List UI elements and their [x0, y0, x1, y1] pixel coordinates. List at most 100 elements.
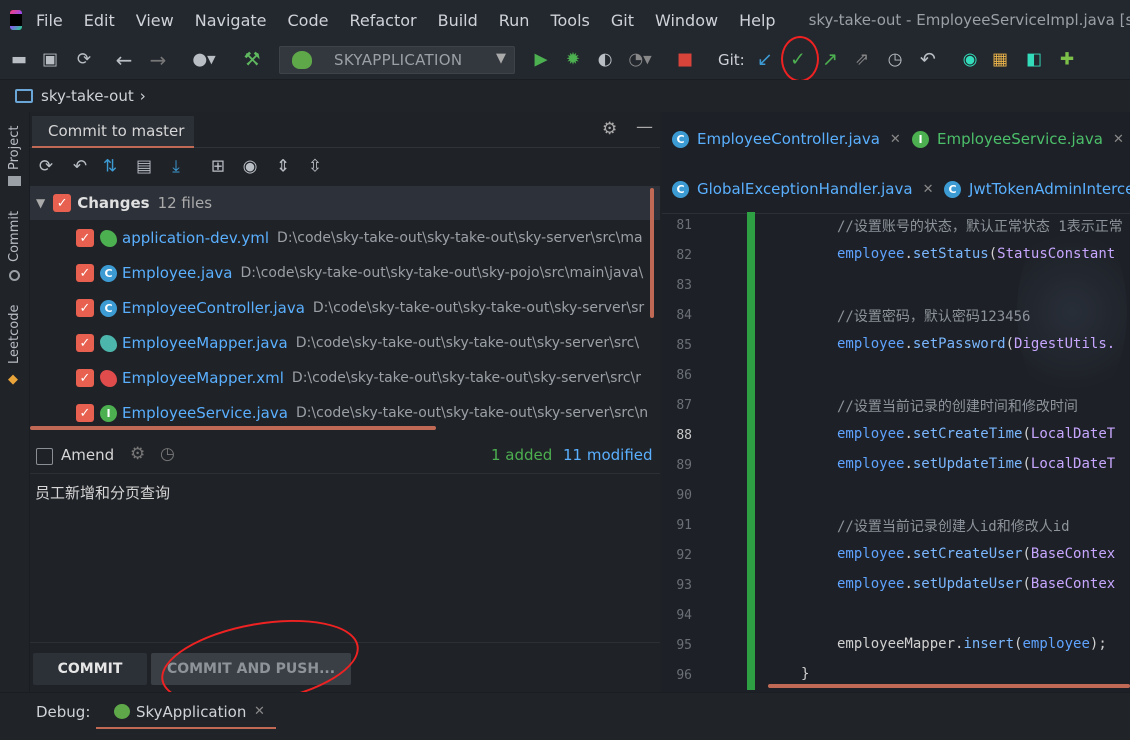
profiler-icon[interactable]: ◔▾: [628, 51, 651, 68]
rollback-icon[interactable]: ↶: [73, 158, 87, 176]
minimize-icon[interactable]: —: [636, 117, 653, 137]
file-checkbox[interactable]: ✓: [76, 334, 94, 352]
code-line-92[interactable]: employee.setCreateUser(BaseContex: [837, 546, 1115, 562]
run-icon[interactable]: ▶: [534, 51, 547, 68]
tab-jwttokenadmininterceptor[interactable]: C JwtTokenAdminInterce: [944, 164, 1130, 213]
file-row[interactable]: ✓ application-dev.yml D:\code\sky-take-out…: [30, 221, 660, 255]
rollback-icon[interactable]: ↶: [920, 50, 936, 69]
code-line-88[interactable]: employee.setCreateTime(LocalDateT: [837, 426, 1115, 442]
chevron-down-icon[interactable]: ▼: [36, 196, 45, 210]
menu-view[interactable]: View: [136, 11, 174, 30]
code-line-85[interactable]: employee.setPassword(DigestUtils.: [837, 336, 1115, 352]
tab-skyapplication[interactable]: SkyApplication ✕: [96, 697, 276, 729]
puzzle-plugin-icon[interactable]: ✚: [1060, 51, 1074, 68]
menu-code[interactable]: Code: [288, 11, 329, 30]
tab-globalexceptionhandler[interactable]: C GlobalExceptionHandler.java ✕: [672, 164, 934, 213]
file-row[interactable]: ✓ C Employee.java D:\code\sky-take-out\sky-…: [30, 256, 660, 290]
code-line-93[interactable]: employee.setUpdateUser(BaseContex: [837, 576, 1115, 592]
breadcrumb[interactable]: sky-take-out: [41, 87, 134, 105]
gear-icon[interactable]: ⚙: [602, 119, 617, 139]
download-icon[interactable]: ⤓: [172, 158, 180, 176]
code-line-89[interactable]: employee.setUpdateTime(LocalDateT: [837, 456, 1115, 472]
file-checkbox[interactable]: ✓: [76, 369, 94, 387]
save-icon[interactable]: ▣: [42, 51, 58, 68]
tab-employeeservice[interactable]: I EmployeeService.java ✕: [912, 114, 1124, 164]
shelve-icon[interactable]: ⇅: [103, 158, 117, 176]
menu-edit[interactable]: Edit: [84, 11, 115, 30]
file-checkbox[interactable]: ✓: [76, 404, 94, 422]
menu-git[interactable]: Git: [611, 11, 634, 30]
file-checkbox[interactable]: ✓: [76, 229, 94, 247]
menu-file[interactable]: File: [36, 11, 63, 30]
file-checkbox[interactable]: ✓: [76, 299, 94, 317]
code-line-91[interactable]: //设置当前记录创建人id和修改人id: [837, 516, 1070, 536]
sync-icon[interactable]: ⟳: [77, 51, 91, 68]
history-icon[interactable]: ◷: [888, 51, 903, 68]
code-token: employee: [1022, 636, 1090, 652]
close-icon[interactable]: ✕: [890, 132, 901, 147]
git-push-icon[interactable]: ↗: [822, 50, 838, 69]
file-row[interactable]: ✓ EmployeeMapper.java D:\code\sky-take-out…: [30, 326, 660, 360]
class-icon: C: [672, 130, 689, 148]
menu-help[interactable]: Help: [739, 11, 775, 30]
file-path: D:\code\sky-take-out\sky-take-out\sky-se…: [277, 230, 643, 246]
diff-icon[interactable]: ▤: [136, 158, 152, 176]
refresh-icon[interactable]: ⟳: [39, 158, 53, 176]
horizontal-scrollbar[interactable]: [768, 684, 1130, 688]
changes-checkbox[interactable]: ✓: [53, 194, 72, 212]
coverage-icon[interactable]: ◐: [598, 51, 613, 68]
code-line-82[interactable]: employee.setStatus(StatusConstant: [837, 246, 1115, 262]
tab-project[interactable]: Project: [7, 126, 22, 170]
changes-group-row[interactable]: ▼ ✓ Changes 12 files: [30, 186, 660, 220]
file-row[interactable]: ✓ EmployeeMapper.xml D:\code\sky-take-out\…: [30, 361, 660, 395]
jetbrains-tool-icon[interactable]: ◧: [1026, 51, 1042, 68]
git-update-icon[interactable]: ↙: [757, 50, 773, 69]
commit-button[interactable]: COMMIT: [33, 653, 147, 685]
tab-employeecontroller[interactable]: C EmployeeController.java ✕: [672, 114, 901, 164]
layout-icon[interactable]: ▦: [992, 51, 1008, 68]
tab-commit-to-master[interactable]: Commit to master: [32, 116, 194, 148]
code-line-95[interactable]: employeeMapper.insert(employee);: [837, 636, 1107, 652]
close-icon[interactable]: ✕: [923, 182, 934, 197]
menu-window[interactable]: Window: [655, 11, 718, 30]
menu-refactor[interactable]: Refactor: [349, 11, 416, 30]
amend-checkbox[interactable]: [36, 448, 53, 465]
menu-tools[interactable]: Tools: [550, 11, 589, 30]
code-line-96[interactable]: }: [801, 666, 809, 682]
stop-icon[interactable]: ■: [677, 51, 693, 68]
menu-build[interactable]: Build: [438, 11, 478, 30]
file-row[interactable]: ✓ C EmployeeController.java D:\code\sky-tak…: [30, 291, 660, 325]
history-icon[interactable]: ◷: [160, 444, 175, 464]
code-line-81[interactable]: //设置账号的状态，默认正常状态 1表示正常: [837, 216, 1123, 236]
forward-icon[interactable]: →: [150, 50, 167, 70]
file-checkbox[interactable]: ✓: [76, 264, 94, 282]
user-profile-icon[interactable]: ●▾: [192, 51, 215, 68]
close-icon[interactable]: ✕: [1113, 132, 1124, 147]
file-row[interactable]: ✓ I EmployeeService.java D:\code\sky-take-o…: [30, 396, 660, 430]
eye-icon[interactable]: ◉: [243, 158, 258, 176]
back-icon[interactable]: ←: [116, 50, 133, 70]
commit-message-input[interactable]: 员工新增和分页查询: [35, 482, 170, 503]
gear-icon[interactable]: ⚙: [130, 444, 145, 464]
run-config-selector[interactable]: SKYAPPLICATION ▼: [279, 46, 515, 74]
vcs-change-marker: [747, 212, 755, 690]
vertical-scrollbar[interactable]: [650, 188, 654, 318]
debug-bug-icon[interactable]: ✹: [566, 51, 580, 68]
git-compare-icon[interactable]: ⇗: [855, 51, 869, 68]
close-icon[interactable]: ✕: [254, 704, 265, 719]
horizontal-scrollbar[interactable]: [30, 426, 436, 430]
menu-navigate[interactable]: Navigate: [195, 11, 267, 30]
plugin-icon[interactable]: ◉: [963, 51, 978, 68]
menu-run[interactable]: Run: [499, 11, 530, 30]
collapse-all-icon[interactable]: ⇳: [308, 158, 322, 176]
build-hammer-icon[interactable]: ⚒: [243, 50, 260, 69]
group-by-icon[interactable]: ⊞: [211, 158, 225, 176]
open-folder-icon[interactable]: ▬: [11, 51, 27, 68]
code-line-87[interactable]: //设置当前记录的创建时间和修改时间: [837, 396, 1078, 416]
commit-panel: Commit to master ⚙ — ⟳ ↶ ⇅ ▤ ⤓ ⊞ ◉ ⇕ ⇳ ▼…: [30, 112, 660, 720]
expand-all-icon[interactable]: ⇕: [276, 158, 290, 176]
tab-leetcode[interactable]: Leetcode: [7, 305, 22, 364]
tab-commit[interactable]: Commit: [7, 211, 22, 262]
amend-bar: Amend ⚙ ◷ 1 added 11 modified: [30, 434, 660, 474]
code-line-84[interactable]: //设置密码，默认密码123456: [837, 306, 1030, 326]
